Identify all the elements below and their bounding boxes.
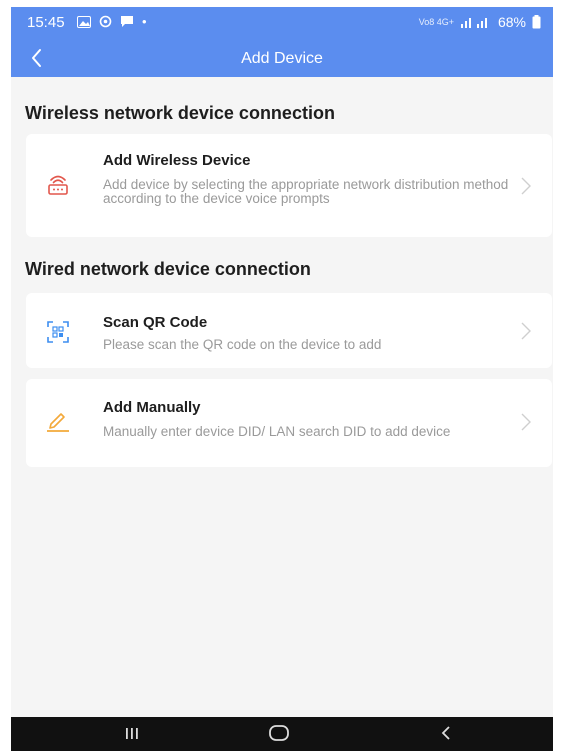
status-bar: 15:45 • Vo8 4G+ 68% [11,7,553,39]
qr-scan-icon [47,321,69,343]
section-title-wired: Wired network device connection [25,259,311,279]
add-wireless-device-desc: Add device by selecting the appropriate … [103,177,509,206]
router-icon [48,175,68,195]
add-wireless-device-card[interactable]: Add Wireless Device Add device by select… [26,134,552,237]
pencil-icon [47,413,69,432]
status-dot: • [142,14,147,29]
message-icon [121,16,133,27]
add-wireless-device-title: Add Wireless Device [103,152,251,169]
status-right: Vo8 4G+ 68% [419,14,541,30]
sync-icon [99,15,112,28]
home-icon[interactable] [266,722,292,744]
scan-qr-code-desc: Please scan the QR code on the device to… [103,337,382,352]
battery-icon [532,15,541,29]
section-title-wireless: Wireless network device connection [25,103,335,123]
chevron-right-icon [521,177,531,195]
scan-qr-code-title: Scan QR Code [103,314,208,331]
page-title: Add Device [241,50,323,67]
scan-qr-code-card[interactable]: Scan QR Code Please scan the QR code on … [26,293,552,368]
add-manually-title: Add Manually [103,399,201,416]
chevron-right-icon [521,322,531,340]
network-type-label: Vo8 4G+ [418,16,454,27]
status-notification-icons: • [77,14,147,29]
recent-apps-icon[interactable] [121,722,143,744]
chevron-right-icon [521,413,531,431]
system-nav-bar [11,717,553,751]
signal-icon [460,18,487,28]
add-manually-desc: Manually enter device DID/ LAN search DI… [103,424,451,439]
add-manually-card[interactable]: Add Manually Manually enter device DID/ … [26,379,552,467]
battery-percent: 68% [497,14,526,30]
system-back-icon[interactable] [436,722,456,744]
app-screen: 15:45 • Vo8 4G+ 68% Add Device Wireless … [11,7,553,751]
app-header: Add Device [11,39,553,77]
status-time: 15:45 [27,14,65,31]
gallery-icon [77,15,91,28]
